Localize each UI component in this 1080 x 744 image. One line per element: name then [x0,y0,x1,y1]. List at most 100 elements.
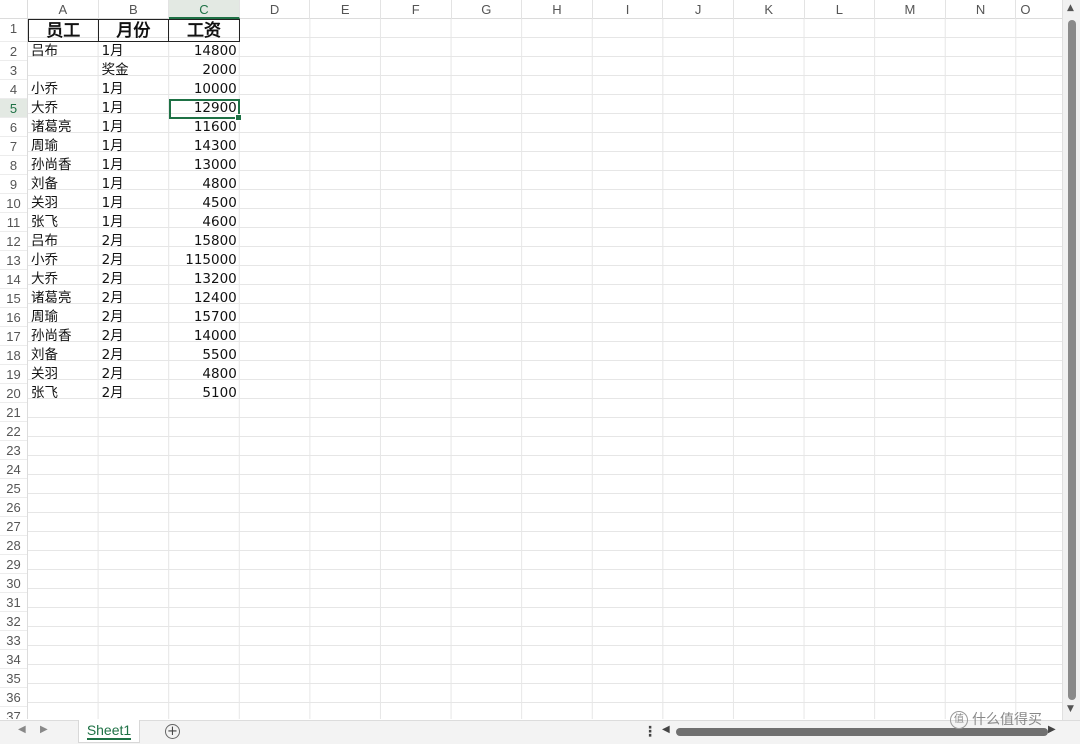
table-cell[interactable]: 孙尚香 [28,327,99,346]
table-cell[interactable]: 1月 [99,156,170,175]
table-cell[interactable]: 大乔 [28,270,99,289]
row-header-28[interactable]: 28 [0,536,27,555]
table-cell[interactable]: 张飞 [28,213,99,232]
row-header-30[interactable]: 30 [0,574,27,593]
table-cell[interactable]: 大乔 [28,99,99,118]
row-header-10[interactable]: 10 [0,194,27,213]
row-header-27[interactable]: 27 [0,517,27,536]
table-cell[interactable]: 1月 [99,194,170,213]
row-header-23[interactable]: 23 [0,441,27,460]
row-header-36[interactable]: 36 [0,688,27,707]
table-cell[interactable]: 14300 [169,137,240,156]
table-cell[interactable]: 2月 [99,384,170,403]
table-cell[interactable]: 5100 [169,384,240,403]
row-header-8[interactable]: 8 [0,156,27,175]
scroll-up-icon[interactable]: ▲ [1067,3,1074,13]
row-header-3[interactable]: 3 [0,61,27,80]
table-cell[interactable]: 4800 [169,175,240,194]
column-header-g[interactable]: G [452,0,523,19]
row-header-6[interactable]: 6 [0,118,27,137]
column-header-l[interactable]: L [805,0,876,19]
column-header-h[interactable]: H [522,0,593,19]
column-header-c[interactable]: C [169,0,240,19]
table-cell[interactable]: 5500 [169,346,240,365]
column-header-m[interactable]: M [875,0,946,19]
header-cell[interactable]: 月份 [98,19,170,42]
row-header-33[interactable]: 33 [0,631,27,650]
row-header-34[interactable]: 34 [0,650,27,669]
table-cell[interactable]: 1月 [99,175,170,194]
table-cell[interactable]: 4500 [169,194,240,213]
table-cell[interactable]: 13000 [169,156,240,175]
row-header-2[interactable]: 2 [0,42,27,61]
column-header-f[interactable]: F [381,0,452,19]
table-cell[interactable]: 1月 [99,137,170,156]
table-cell[interactable]: 1月 [99,80,170,99]
table-cell[interactable]: 2月 [99,270,170,289]
table-cell[interactable]: 15800 [169,232,240,251]
table-cell[interactable]: 2月 [99,365,170,384]
plus-circle-icon[interactable]: + [165,724,180,739]
table-cell[interactable]: 吕布 [28,42,99,61]
column-header-e[interactable]: E [310,0,381,19]
table-cell[interactable]: 1月 [99,213,170,232]
row-header-14[interactable]: 14 [0,270,27,289]
cell-grid[interactable]: 员工 月份 工资 吕布 1月 14800 奖金 2000 小乔 1月 10000 大乔 1月 12900 诸… [28,19,1062,719]
row-header-9[interactable]: 9 [0,175,27,194]
prev-sheet-icon[interactable]: ◀ [18,724,26,735]
selected-cell-C5[interactable] [169,99,242,121]
table-cell[interactable]: 13200 [169,270,240,289]
header-cell[interactable]: 工资 [169,19,240,42]
table-cell[interactable]: 115000 [169,251,240,270]
table-cell[interactable]: 14800 [169,42,240,61]
table-cell[interactable]: 1月 [99,118,170,137]
row-header-5[interactable]: 5 [0,99,27,118]
row-header-19[interactable]: 19 [0,365,27,384]
table-cell[interactable]: 14000 [169,327,240,346]
row-header-16[interactable]: 16 [0,308,27,327]
table-cell[interactable]: 2月 [99,327,170,346]
column-header-n[interactable]: N [946,0,1017,19]
row-header-21[interactable]: 21 [0,403,27,422]
table-cell[interactable]: 刘备 [28,346,99,365]
row-header-11[interactable]: 11 [0,213,27,232]
row-header-1[interactable]: 1 [0,19,27,42]
table-cell[interactable]: 10000 [169,80,240,99]
table-cell[interactable]: 2月 [99,289,170,308]
scroll-left-icon[interactable]: ◀ [662,724,670,735]
table-cell[interactable]: 小乔 [28,80,99,99]
sheet-tab-sheet1[interactable]: Sheet1 [78,720,140,743]
table-cell[interactable]: 诸葛亮 [28,289,99,308]
vertical-scrollbar[interactable]: ▲ ▼ [1062,0,1080,720]
header-cell[interactable]: 员工 [28,19,99,42]
more-options-icon[interactable]: ⋮ [643,724,657,740]
fill-handle[interactable] [235,114,242,121]
table-cell[interactable]: 孙尚香 [28,156,99,175]
table-cell[interactable]: 周瑜 [28,137,99,156]
table-cell[interactable]: 11600 [169,118,240,137]
row-header-22[interactable]: 22 [0,422,27,441]
row-header-13[interactable]: 13 [0,251,27,270]
row-header-17[interactable]: 17 [0,327,27,346]
column-header-a[interactable]: A [28,0,99,19]
table-cell[interactable]: 2月 [99,232,170,251]
row-header-35[interactable]: 35 [0,669,27,688]
horizontal-scroll-thumb[interactable] [676,728,1048,736]
row-header-24[interactable]: 24 [0,460,27,479]
table-cell[interactable]: 4600 [169,213,240,232]
table-cell[interactable]: 2月 [99,251,170,270]
row-header-4[interactable]: 4 [0,80,27,99]
column-header-b[interactable]: B [99,0,170,19]
table-cell[interactable]: 15700 [169,308,240,327]
row-header-7[interactable]: 7 [0,137,27,156]
table-cell[interactable]: 吕布 [28,232,99,251]
select-all-corner[interactable] [0,0,28,19]
next-sheet-icon[interactable]: ▶ [40,724,48,735]
table-cell[interactable]: 12400 [169,289,240,308]
scroll-down-icon[interactable]: ▼ [1067,704,1074,714]
table-cell[interactable]: 小乔 [28,251,99,270]
table-cell[interactable]: 关羽 [28,194,99,213]
vertical-scroll-thumb[interactable] [1068,20,1076,700]
row-header-20[interactable]: 20 [0,384,27,403]
table-cell[interactable]: 张飞 [28,384,99,403]
